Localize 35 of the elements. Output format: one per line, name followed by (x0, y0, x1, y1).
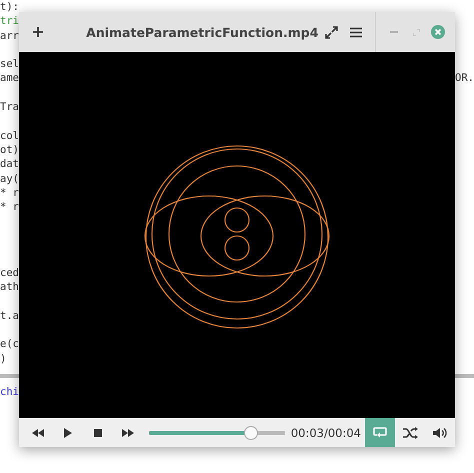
expand-icon (324, 26, 338, 38)
code-line: ath (0, 280, 19, 295)
slider-thumb[interactable] (244, 426, 258, 440)
code-line: t.a (0, 308, 19, 324)
code-line: ame (0, 71, 19, 86)
code-line: t): (0, 0, 19, 14)
rewind-icon (32, 428, 44, 436)
code-line: tri (0, 14, 19, 29)
code-line: sel (0, 57, 19, 72)
code-line: arr (0, 28, 19, 43)
window-title: AnimateParametricFunction.mp4 (85, 24, 318, 40)
plus-icon (32, 26, 44, 38)
console-line: chi (0, 386, 19, 398)
volume-icon (433, 426, 447, 438)
code-line: ) (0, 352, 6, 366)
repeat-icon (373, 426, 387, 438)
code-line: col (0, 128, 19, 143)
maximize-icon (412, 28, 420, 36)
code-line: ot) (0, 142, 19, 158)
code-line: OR. (455, 71, 474, 86)
minimize-icon (390, 31, 398, 33)
code-line: ay( (0, 172, 19, 186)
menu-icon (350, 26, 362, 38)
code-line: dat (0, 157, 19, 172)
time-label: 00:03/00:04 (290, 426, 361, 440)
code-line: * r (0, 186, 19, 200)
code-line: * r (0, 200, 19, 214)
close-icon (431, 25, 446, 39)
code-line: ced (0, 266, 19, 280)
stop-icon (94, 428, 102, 436)
shuffle-icon (402, 426, 418, 438)
fast-forward-icon (122, 428, 134, 436)
play-icon (64, 428, 72, 438)
code-line: e(c (0, 337, 19, 352)
code-line: Tra (0, 100, 19, 114)
